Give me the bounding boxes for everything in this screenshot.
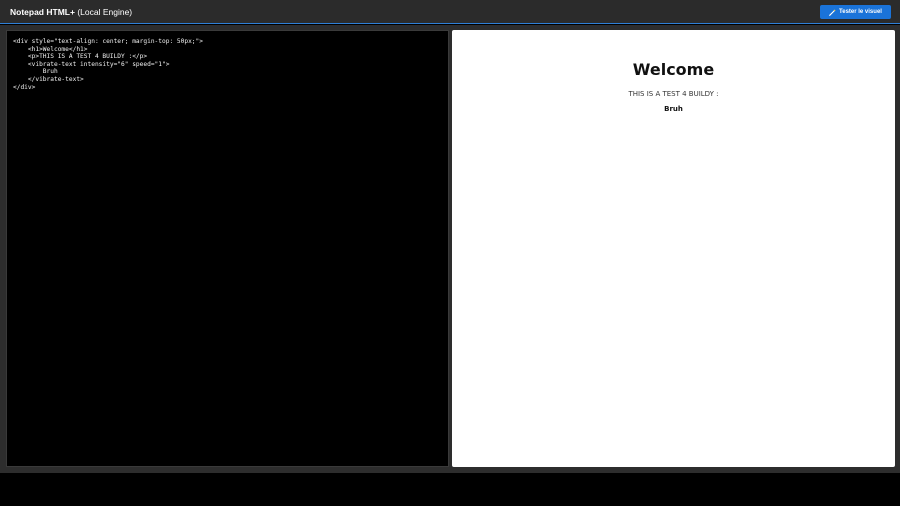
- top-bar: Notepad HTML+ (Local Engine) Tester le v…: [0, 0, 900, 24]
- magic-wand-icon: [829, 8, 836, 16]
- preview-paragraph: THIS IS A TEST 4 BUILDY :: [628, 90, 719, 98]
- engine-label: (Local Engine): [77, 7, 133, 17]
- app-title: Notepad HTML+ (Local Engine): [10, 6, 132, 18]
- code-editor[interactable]: <div style="text-align: center; margin-t…: [6, 30, 449, 467]
- preview-vibrate-text: Bruh: [664, 105, 683, 113]
- workspace: <div style="text-align: center; margin-t…: [0, 25, 900, 473]
- test-visual-button[interactable]: Tester le visuel: [820, 5, 891, 19]
- code-editor-text[interactable]: <div style="text-align: center; margin-t…: [7, 31, 448, 98]
- test-visual-button-label: Tester le visuel: [839, 9, 882, 15]
- bottom-strip: [0, 473, 900, 506]
- app-window: Notepad HTML+ (Local Engine) Tester le v…: [0, 0, 900, 506]
- preview-pane: Welcome THIS IS A TEST 4 BUILDY : Bruh: [452, 30, 895, 467]
- preview-heading: Welcome: [632, 60, 715, 79]
- preview-content: Welcome THIS IS A TEST 4 BUILDY : Bruh: [452, 30, 895, 114]
- app-name: Notepad HTML+: [10, 7, 75, 17]
